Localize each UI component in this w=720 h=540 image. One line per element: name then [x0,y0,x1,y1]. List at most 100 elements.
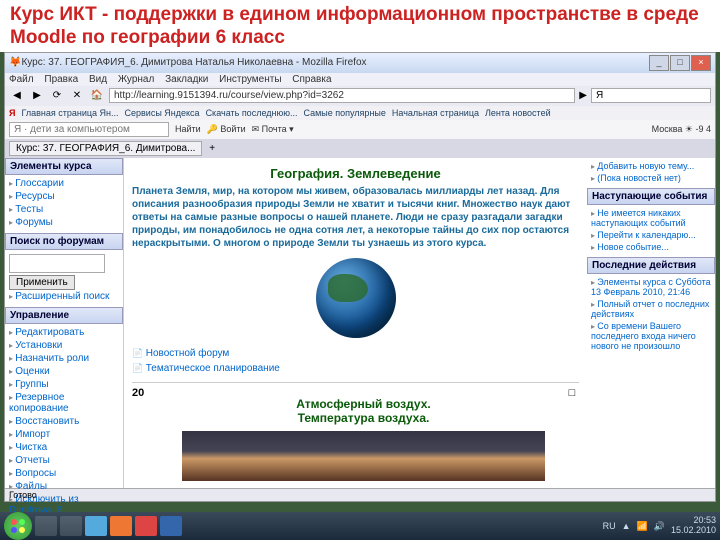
url-bar[interactable]: http://learning.9151394.ru/course/view.p… [109,88,575,103]
forum-link[interactable]: Новостной форум [132,346,579,361]
back-icon[interactable]: ◀ [9,88,25,104]
full-report-link[interactable]: Полный отчет о последних действиях [591,298,711,320]
no-news-text: (Пока новостей нет) [591,172,711,184]
course-title: География. Землеведение [132,166,579,181]
menu-history[interactable]: Журнал [118,74,155,85]
home-icon[interactable]: 🏠 [89,88,105,104]
mail-link[interactable]: ✉ Почта ▾ [252,124,294,135]
globe-image [316,258,396,338]
planning-link[interactable]: Тематическое планирование [132,361,579,376]
sidebar-link[interactable]: Форумы [9,216,119,229]
menu-bookmarks[interactable]: Закладки [165,74,208,85]
taskbar-app[interactable] [135,516,157,536]
block-header-admin: Управление [5,307,123,324]
sidebar-link[interactable]: Импорт [9,428,119,441]
sidebar-link[interactable]: Редактировать [9,326,119,339]
bookmark-item[interactable]: Лента новостей [485,108,551,118]
nav-bar: ◀ ▶ ⟳ ✕ 🏠 http://learning.9151394.ru/cou… [5,86,715,106]
sidebar-link[interactable]: Восстановить [9,415,119,428]
taskbar-app[interactable] [110,516,132,536]
block-header-recent: Последние действия [587,257,715,274]
minimize-button[interactable]: _ [649,55,669,71]
yandex-icon[interactable]: Я [9,108,15,118]
menu-edit[interactable]: Правка [44,74,78,85]
search-apply-button[interactable]: Применить [9,275,75,290]
tab-bar: Курс: 37. ГЕОГРАФИЯ_6. Димитрова... + [5,139,715,158]
bookmark-item[interactable]: Главная страница Ян... [21,108,118,118]
sidebar-link[interactable]: Установки [9,339,119,352]
browser-window: 🦊 Курс: 37. ГЕОГРАФИЯ_6. Димитрова Натал… [4,52,716,502]
sidebar-link[interactable]: Группы [9,378,119,391]
calendar-link[interactable]: Перейти к календарю... [591,229,711,241]
bookmark-item[interactable]: Начальная страница [392,108,479,118]
forum-search-input[interactable] [9,254,105,273]
menu-help[interactable]: Справка [292,74,331,85]
sidebar-link[interactable]: Оценки [9,365,119,378]
browser-tab[interactable]: Курс: 37. ГЕОГРАФИЯ_6. Димитрова... [9,141,202,156]
clock-date[interactable]: 15.02.2010 [671,526,716,536]
start-button[interactable] [4,512,32,540]
bookmarks-bar: Я Главная страница Ян... Сервисы Яндекса… [5,106,715,120]
menu-tools[interactable]: Инструменты [219,74,281,85]
window-titlebar: 🦊 Курс: 37. ГЕОГРАФИЯ_6. Димитрова Натал… [5,53,715,73]
yandex-bar: Найти 🔑 Войти ✉ Почта ▾ Москва ☀ -9 4 [5,120,715,139]
left-sidebar: Элементы курса Глоссарии Ресурсы Тесты Ф… [5,158,124,488]
sidebar-link[interactable]: Резервное копирование [9,391,119,415]
sidebar-link[interactable]: Отчеты [9,454,119,467]
menu-view[interactable]: Вид [89,74,107,85]
sidebar-link[interactable]: Глоссарии [9,177,119,190]
login-link[interactable]: 🔑 Войти [207,124,246,135]
nothing-new-text: Со времени Вашего последнего входа ничег… [591,320,711,352]
taskbar-app[interactable] [35,516,57,536]
right-sidebar: Добавить новую тему... (Пока новостей не… [587,158,715,488]
volume-icon[interactable]: 🔊 [654,521,665,532]
menu-bar: Файл Правка Вид Журнал Закладки Инструме… [5,73,715,86]
taskbar: RU ▲ 📶 🔊 20:53 15.02.2010 [0,512,720,540]
new-event-link[interactable]: Новое событие... [591,241,711,253]
windows-icon [10,518,26,534]
bookmark-item[interactable]: Сервисы Яндекса [125,108,200,118]
network-icon[interactable]: 📶 [637,521,648,532]
no-events-text: Не имеется никаких наступающих событий [591,207,711,229]
block-header-events: Наступающие события [587,188,715,205]
topic-toggle-icon[interactable]: □ [565,387,579,481]
topic-title-1: Атмосферный воздух. [162,397,565,411]
sky-image [182,431,545,481]
forward-icon[interactable]: ▶ [29,88,45,104]
reload-icon[interactable]: ⟳ [49,88,65,104]
firefox-icon: 🦊 [9,57,21,68]
topic-title-2: Температура воздуха. [162,411,565,425]
topic-number: 20 [132,387,162,481]
bookmark-item[interactable]: Самые популярные [303,108,385,118]
sidebar-link[interactable]: Назначить роли [9,352,119,365]
new-tab-button[interactable]: + [205,143,219,154]
tray-icon[interactable]: ▲ [622,521,631,531]
slide-title: Курс ИКТ - поддержки в едином информацио… [0,0,720,52]
bookmark-item[interactable]: Скачать последнюю... [206,108,298,118]
maximize-button[interactable]: □ [670,55,690,71]
taskbar-app[interactable] [60,516,82,536]
add-topic-link[interactable]: Добавить новую тему... [591,160,711,172]
sidebar-link[interactable]: Ресурсы [9,190,119,203]
yandex-search-input[interactable] [9,122,169,137]
find-button[interactable]: Найти [175,124,201,134]
stop-icon[interactable]: ✕ [69,88,85,104]
recent-since-text: Элементы курса с Суббота 13 Февраль 2010… [591,276,711,298]
advanced-search-link[interactable]: Расширенный поиск [9,290,119,303]
sidebar-link[interactable]: Тесты [9,203,119,216]
search-box[interactable]: Я [591,88,711,103]
taskbar-app[interactable] [160,516,182,536]
close-button[interactable]: × [691,55,711,71]
window-title: Курс: 37. ГЕОГРАФИЯ_6. Димитрова Наталья… [21,57,366,68]
go-icon[interactable]: ▶ [579,90,587,101]
main-content: География. Землеведение Планета Земля, м… [124,158,587,488]
taskbar-app[interactable] [85,516,107,536]
menu-file[interactable]: Файл [9,74,34,85]
block-header-search: Поиск по форумам [5,233,123,250]
weather-widget[interactable]: Москва ☀ -9 4 [652,124,711,135]
block-header-elements: Элементы курса [5,158,123,175]
sidebar-link[interactable]: Вопросы [9,467,119,480]
course-intro: Планета Земля, мир, на котором мы живем,… [132,185,579,250]
lang-indicator[interactable]: RU [603,521,616,531]
sidebar-link[interactable]: Чистка [9,441,119,454]
